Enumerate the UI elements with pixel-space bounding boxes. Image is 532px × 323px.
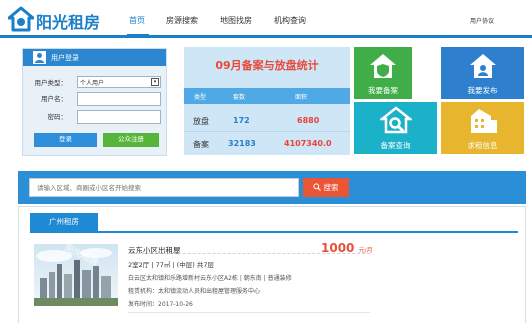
search-icon [313, 183, 322, 191]
nav-agency-query[interactable]: 机构查询 [274, 15, 306, 26]
user-type-value: 个人用户 [80, 80, 105, 87]
tile-publish[interactable]: 我要发布 [441, 47, 524, 99]
house-search-icon [380, 106, 412, 134]
stats-row-count: 172 [233, 116, 250, 125]
tile-register-filing[interactable]: 我要备案 [354, 47, 412, 99]
stats-table-header [184, 88, 350, 104]
listing-title[interactable]: 云东小区出租屋 [128, 245, 181, 256]
house-user-icon [470, 54, 496, 78]
tab-guangzhou-rent[interactable]: 广州租房 [30, 213, 98, 231]
price-unit: 元/月 [358, 247, 373, 254]
listing-bottom-divider [128, 312, 370, 313]
listing-price: 1000 元/月 [321, 241, 373, 255]
password-input[interactable] [77, 110, 161, 124]
user-icon [33, 51, 46, 64]
stats-row-count: 32183 [228, 139, 256, 148]
buildings-icon [471, 109, 497, 133]
user-type-label: 用户类型： [34, 79, 68, 87]
tile-label: 我要发布 [467, 86, 498, 95]
register-button[interactable]: 公众注册 [103, 133, 159, 147]
stats-row-area: 6880 [297, 116, 320, 125]
tile-label: 我要备案 [368, 86, 398, 95]
stats-panel: 09月备案与放盘统计 类型 套数 面积 放盘 172 6880 备案 32183… [184, 47, 350, 155]
stats-row-area: 4107340.0 [284, 139, 332, 148]
username-input[interactable] [77, 92, 161, 106]
search-input[interactable] [29, 178, 299, 197]
listing-agent: 租赁机构：太和镇流动人员和出租屋管理服务中心 [128, 288, 261, 295]
nav-property-search[interactable]: 房源搜索 [166, 15, 198, 26]
tile-label: 求租信息 [467, 141, 498, 150]
nav-active-indicator [127, 34, 149, 36]
logo-house-icon [8, 6, 34, 32]
tab-underline [30, 231, 518, 233]
stats-title: 09月备案与放盘统计 [215, 59, 319, 72]
listing-address: 白云区太和镇和乐路增新村云东小区A2栋 | 朝东南 | 普通装修 [128, 275, 292, 282]
stats-row-divider [184, 131, 350, 132]
search-button-label: 搜索 [323, 183, 339, 192]
listing-spec: 2室2厅 | 77㎡ | (中层) 共7层 [128, 261, 214, 269]
listing-date: 发布时间：2017-10-26 [128, 301, 193, 308]
login-panel: 用户登录 用户类型： 个人用户 ▾ 用户名： 密码： 登录 公众注册 [22, 48, 167, 156]
username-label: 用户名： [41, 95, 67, 103]
password-label: 密码： [47, 113, 68, 121]
house-shield-icon [370, 54, 396, 78]
login-title: 用户登录 [51, 54, 79, 62]
stats-col-area: 面积 [295, 94, 308, 101]
login-button[interactable]: 登录 [34, 133, 97, 147]
brand-name: 阳光租房 [36, 13, 101, 32]
tile-filing-query[interactable]: 备案查询 [354, 102, 437, 154]
user-agreement-link[interactable]: 用户协议 [470, 16, 494, 25]
price-value: 1000 [321, 241, 355, 255]
site-logo[interactable]: 阳光租房 [8, 6, 104, 32]
site-header: 阳光租房 首页 房源搜索 地图找房 机构查询 用户协议 [0, 0, 532, 38]
stats-row-type: 备案 [193, 140, 209, 149]
stats-col-count: 套数 [233, 94, 246, 101]
listing-photo[interactable]: 阳光租房 [34, 244, 118, 306]
nav-home[interactable]: 首页 [129, 15, 145, 26]
stats-col-type: 类型 [194, 94, 207, 101]
tile-rent-wanted[interactable]: 求租信息 [441, 102, 524, 154]
stats-row-type: 放盘 [193, 117, 209, 126]
login-header: 用户登录 [23, 49, 166, 66]
search-button[interactable]: 搜索 [303, 178, 349, 197]
tile-label: 备案查询 [380, 141, 411, 150]
chevron-down-icon: ▾ [151, 78, 159, 86]
user-type-select[interactable]: 个人用户 ▾ [77, 76, 161, 88]
nav-map-search[interactable]: 地图找房 [220, 15, 252, 26]
